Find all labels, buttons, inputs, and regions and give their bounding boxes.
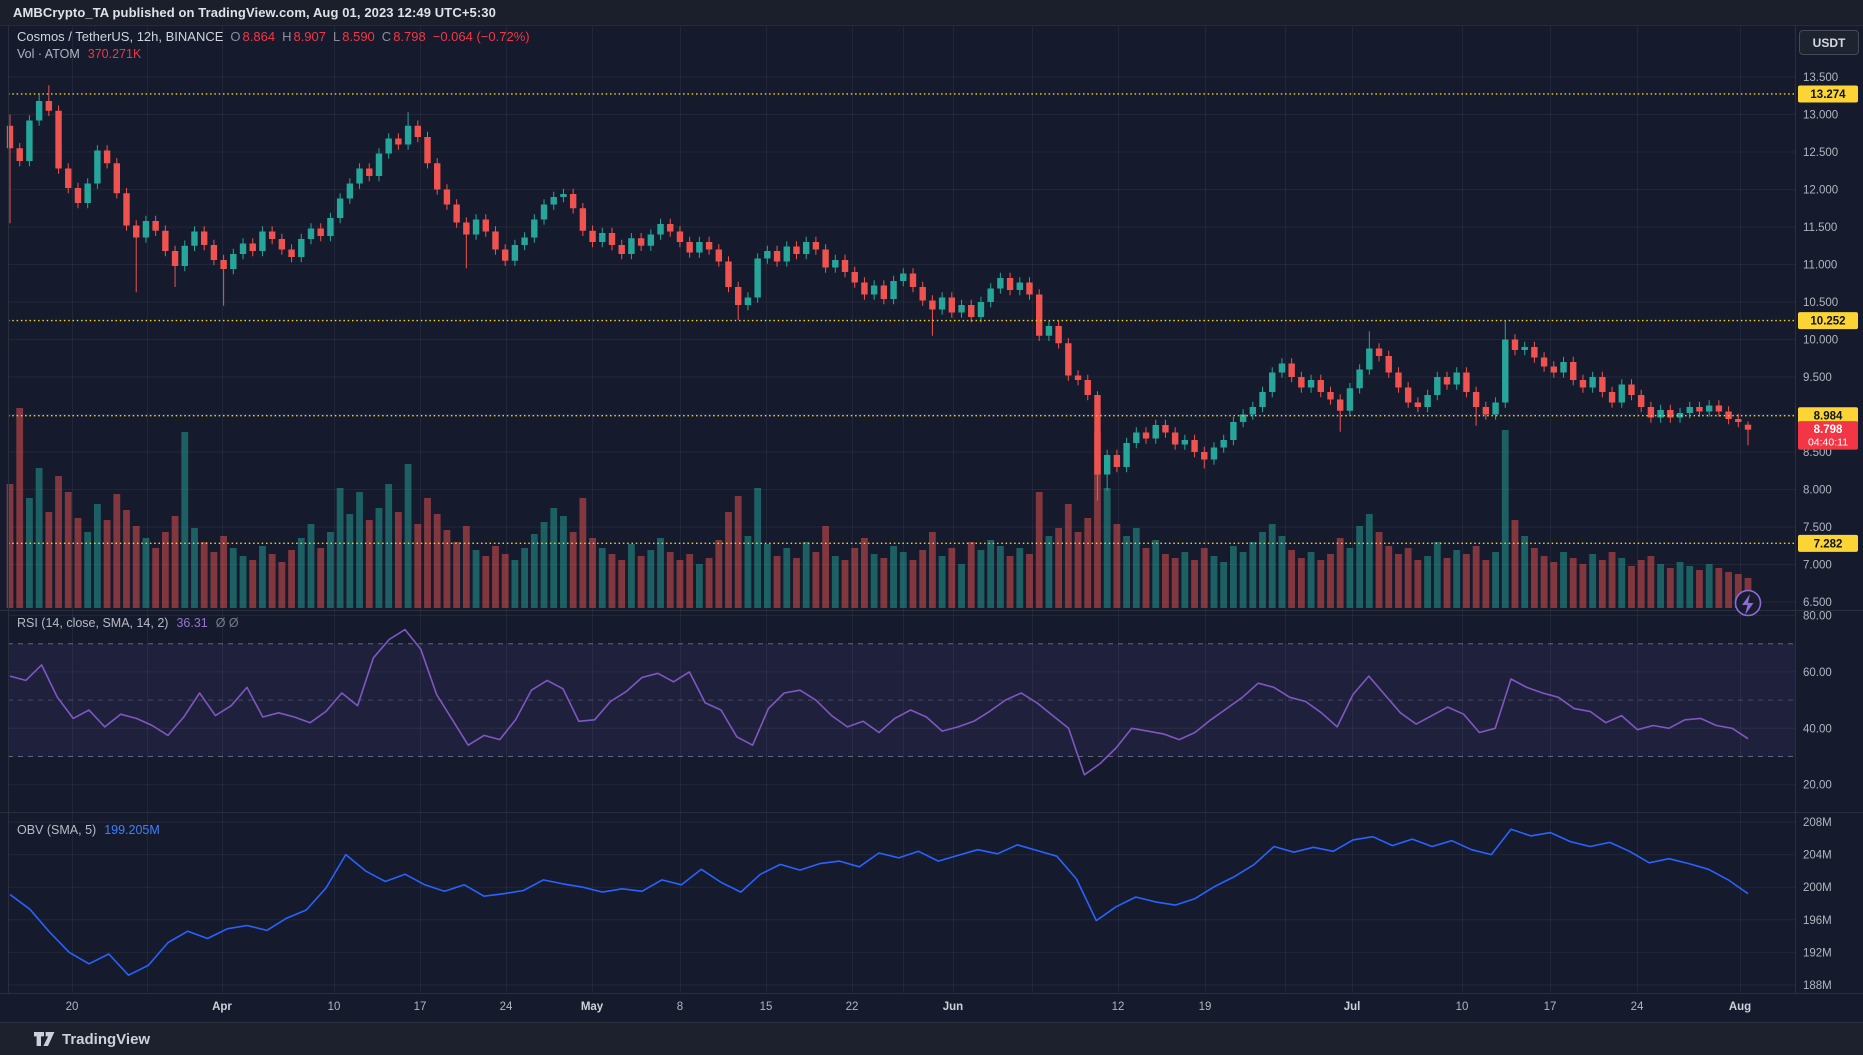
price-scale: 13.500 13.000 12.500 12.000 11.500 11.000 10.5… — [1798, 72, 1858, 992]
time-tick: Jul — [1344, 1001, 1361, 1013]
open-label: O — [230, 29, 240, 44]
close-value: 8.798 — [393, 29, 426, 44]
high-value: 8.907 — [293, 29, 326, 44]
price-tick: 7.500 — [1803, 522, 1832, 534]
obv-header[interactable]: OBV (SMA, 5) 199.205M — [17, 823, 160, 837]
time-tick: Jun — [943, 1001, 963, 1013]
time-tick: 22 — [846, 1001, 859, 1013]
volume-label: Vol · ATOM — [17, 47, 80, 61]
svg-text:04:40:11: 04:40:11 — [1808, 437, 1848, 449]
svg-text:10.252: 10.252 — [1810, 316, 1845, 328]
rsi-header[interactable]: RSI (14, close, SMA, 14, 2) 36.31 Ø Ø — [17, 616, 239, 630]
obv-tick: 188M — [1803, 980, 1832, 992]
tradingview-logo-icon — [34, 1030, 55, 1048]
rsi-tick: 40.00 — [1803, 723, 1832, 735]
rsi-tick: 20.00 — [1803, 780, 1832, 792]
alert-level-lines — [8, 94, 1795, 543]
price-tick: 9.500 — [1803, 372, 1832, 384]
time-tick: 15 — [760, 1001, 773, 1013]
price-tick: 10.500 — [1803, 297, 1838, 309]
tradingview-logo[interactable]: TradingView — [34, 1030, 150, 1048]
time-tick: 10 — [1456, 1001, 1469, 1013]
time-tick: 19 — [1199, 1001, 1212, 1013]
time-axis: 20 Apr 10 17 24 May 8 15 22 Jun 12 19 Jul 10 17 24 Aug — [66, 1001, 1752, 1013]
time-tick: 24 — [1631, 1001, 1644, 1013]
price-tick: 7.000 — [1803, 560, 1832, 572]
obv-tick: 192M — [1803, 947, 1832, 959]
time-tick: 20 — [66, 1001, 79, 1013]
rsi-title: RSI (14, close, SMA, 14, 2) — [17, 616, 168, 630]
footer-bar: TradingView — [0, 1022, 1863, 1055]
time-tick: May — [581, 1001, 604, 1013]
open-value: 8.864 — [243, 29, 276, 44]
obv-line — [10, 829, 1748, 975]
time-tick: Apr — [212, 1001, 232, 1013]
currency-label: USDT — [1813, 36, 1846, 50]
obv-tick: 204M — [1803, 850, 1832, 862]
time-tick: Aug — [1729, 1001, 1751, 1013]
price-tick: 13.500 — [1803, 72, 1838, 84]
ohlc-values: O8.864 H8.907 L8.590 C8.798 — [230, 29, 425, 44]
obv-tick: 196M — [1803, 915, 1832, 927]
rsi-tick: 80.00 — [1803, 611, 1832, 623]
chart-canvas[interactable]: 13.500 13.000 12.500 12.000 11.500 11.000 10.5… — [0, 0, 1863, 1054]
close-label: C — [382, 29, 391, 44]
time-tick: 12 — [1112, 1001, 1125, 1013]
low-label: L — [333, 29, 340, 44]
icons — [1736, 591, 1761, 616]
price-tick: 11.000 — [1803, 260, 1837, 272]
price-tick: 10.000 — [1803, 335, 1838, 347]
attribution-text: AMBCrypto_TA published on TradingView.co… — [13, 5, 496, 20]
high-label: H — [282, 29, 291, 44]
currency-toggle-button[interactable]: USDT — [1799, 30, 1859, 55]
symbol-title: Cosmos / TetherUS, 12h, BINANCE — [17, 29, 223, 44]
chart-legend: Cosmos / TetherUS, 12h, BINANCE O8.864 H… — [17, 29, 530, 61]
rsi-band — [8, 644, 1795, 757]
rsi-extras: Ø Ø — [216, 616, 239, 630]
svg-text:8.984: 8.984 — [1814, 411, 1843, 423]
candlestick-series — [7, 85, 1751, 501]
obv-tick: 200M — [1803, 882, 1832, 894]
rsi-tick: 60.00 — [1803, 667, 1832, 679]
rsi-value: 36.31 — [176, 616, 207, 630]
time-tick: 10 — [328, 1001, 341, 1013]
symbol-row[interactable]: Cosmos / TetherUS, 12h, BINANCE O8.864 H… — [17, 29, 530, 44]
time-tick: 17 — [414, 1001, 427, 1013]
low-value: 8.590 — [342, 29, 375, 44]
change-value: −0.064 (−0.72%) — [433, 29, 530, 44]
price-tick: 11.500 — [1803, 222, 1837, 234]
time-tick: 24 — [500, 1001, 513, 1013]
svg-text:7.282: 7.282 — [1814, 538, 1843, 550]
obv-tick: 208M — [1803, 817, 1832, 829]
price-tick: 8.000 — [1803, 485, 1832, 497]
pane-separators — [0, 25, 1863, 994]
price-tick: 12.500 — [1803, 147, 1838, 159]
volume-series — [7, 408, 1752, 608]
time-tick: 17 — [1544, 1001, 1557, 1013]
time-tick: 8 — [677, 1001, 683, 1013]
volume-row[interactable]: Vol · ATOM 370.271K — [17, 47, 530, 61]
price-tick: 12.000 — [1803, 185, 1838, 197]
obv-value: 199.205M — [104, 823, 160, 837]
svg-text:13.274: 13.274 — [1810, 89, 1846, 101]
grid-lines — [8, 26, 1795, 993]
svg-text:8.798: 8.798 — [1814, 424, 1843, 436]
publish-bar: AMBCrypto_TA published on TradingView.co… — [0, 0, 1863, 26]
volume-value: 370.271K — [88, 47, 142, 61]
brand-text: TradingView — [62, 1031, 150, 1048]
price-tick: 13.000 — [1803, 110, 1838, 122]
price-tick: 6.500 — [1803, 597, 1832, 609]
obv-title: OBV (SMA, 5) — [17, 823, 96, 837]
